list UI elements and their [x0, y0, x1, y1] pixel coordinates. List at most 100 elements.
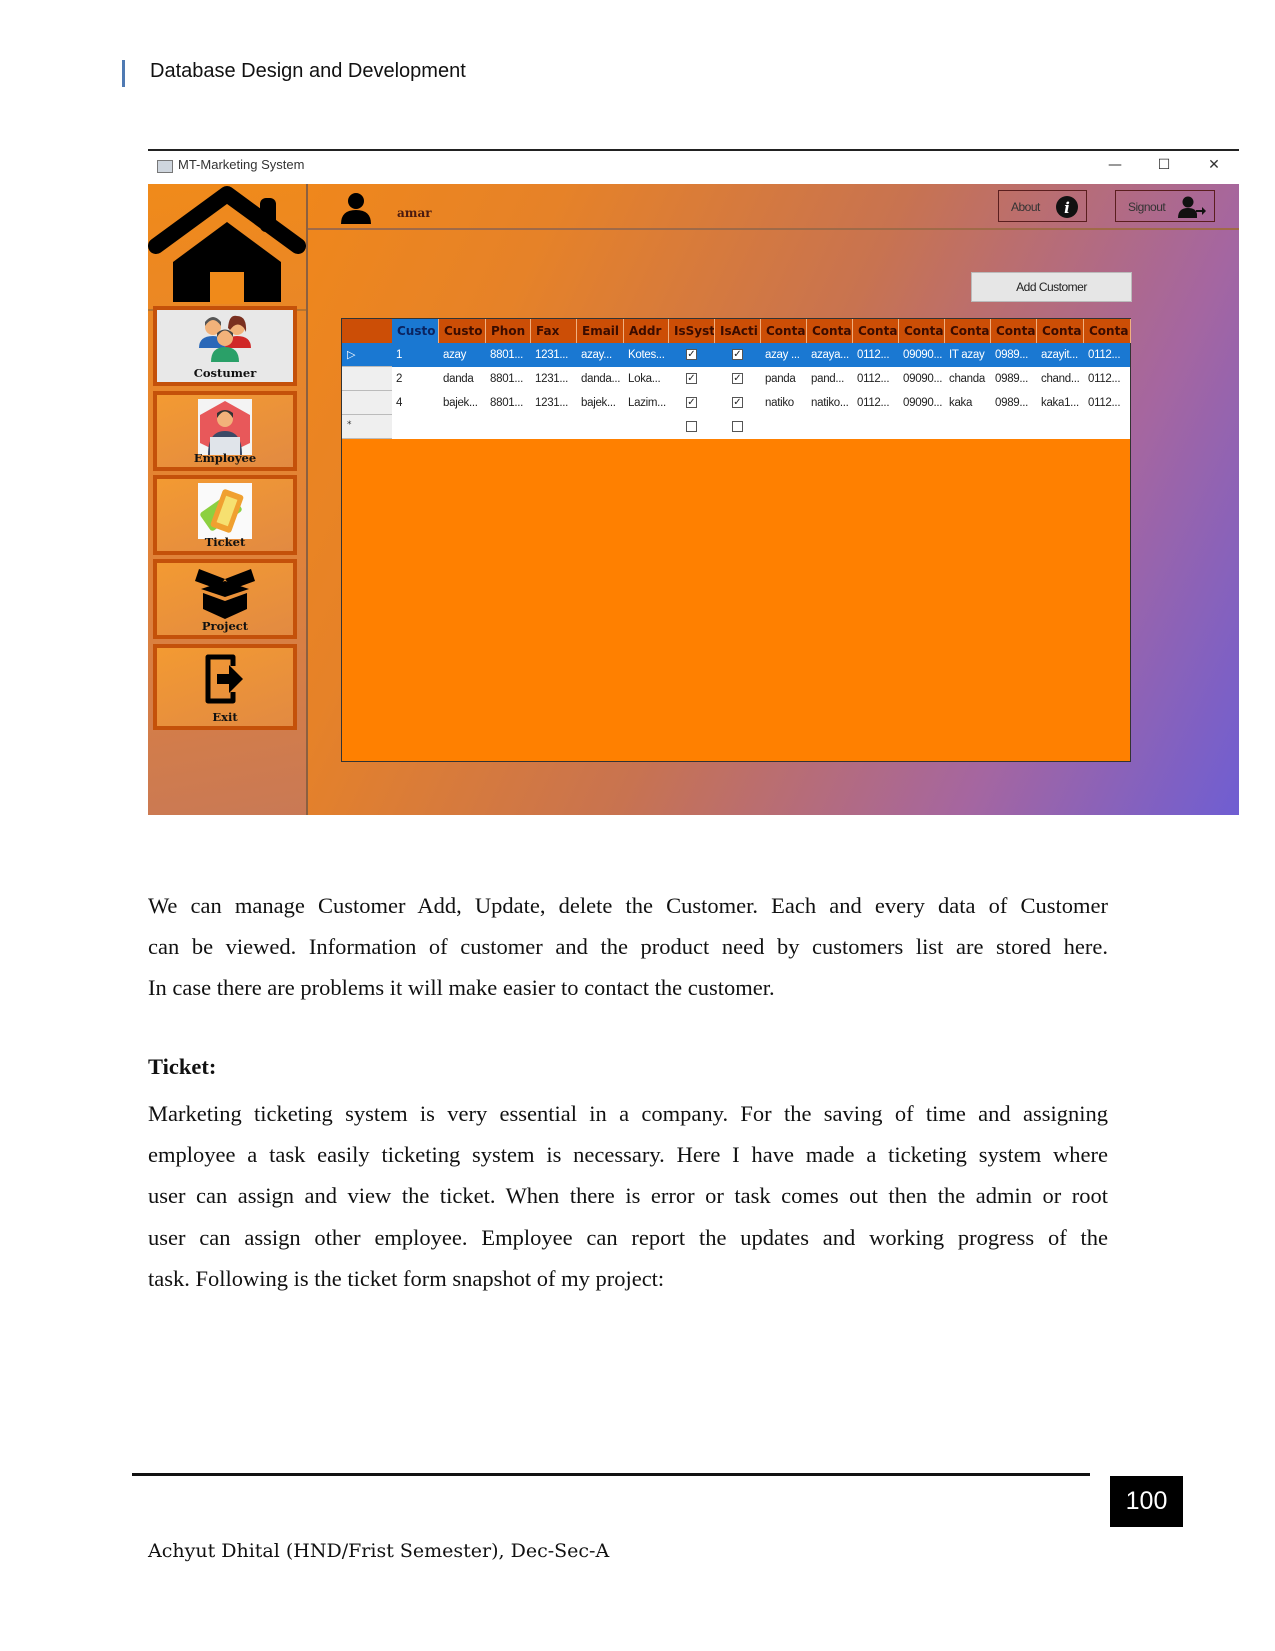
sidebar-item-ticket[interactable]: Ticket [153, 475, 297, 555]
grid-cell[interactable]: natiko... [807, 391, 853, 415]
grid-cell[interactable]: natiko [761, 391, 807, 415]
grid-column-header[interactable]: Conta [1037, 319, 1084, 343]
grid-cell[interactable] [853, 415, 899, 439]
grid-cell[interactable]: pand... [807, 367, 853, 391]
grid-cell[interactable] [1037, 415, 1084, 439]
grid-column-header[interactable]: Custo [439, 319, 486, 343]
row-header[interactable] [342, 367, 392, 391]
grid-cell[interactable]: 4 [392, 391, 439, 415]
grid-cell[interactable]: 0112... [853, 391, 899, 415]
grid-checkbox[interactable]: ✓ [686, 373, 697, 384]
grid-cell[interactable]: 0989... [991, 391, 1037, 415]
grid-checkbox[interactable] [732, 421, 743, 432]
home-icon[interactable] [148, 184, 306, 311]
row-header[interactable]: * [342, 415, 392, 439]
grid-cell[interactable]: azay ... [761, 343, 807, 367]
grid-cell[interactable]: 8801... [486, 367, 531, 391]
grid-cell[interactable]: 1 [392, 343, 439, 367]
grid-cell[interactable] [807, 415, 853, 439]
grid-column-header[interactable]: Custo [392, 319, 439, 343]
sidebar-item-exit[interactable]: Exit [153, 644, 297, 730]
grid-cell[interactable]: Lazim... [624, 391, 669, 415]
grid-cell[interactable]: 1231... [531, 391, 577, 415]
grid-checkbox[interactable]: ✓ [732, 397, 743, 408]
grid-cell[interactable]: 2 [392, 367, 439, 391]
grid-column-header[interactable]: Email [577, 319, 624, 343]
grid-cell[interactable]: 0112... [1084, 391, 1131, 415]
grid-cell[interactable] [945, 415, 991, 439]
grid-cell[interactable]: Loka... [624, 367, 669, 391]
grid-column-header[interactable]: Conta [807, 319, 853, 343]
grid-column-header[interactable]: IsSyst [669, 319, 715, 343]
grid-cell[interactable] [392, 415, 439, 439]
sidebar-item-employee[interactable]: Employee [153, 391, 297, 471]
grid-cell[interactable]: 0112... [1084, 367, 1131, 391]
close-button[interactable]: ✕ [1202, 155, 1226, 175]
grid-column-header[interactable]: Conta [853, 319, 899, 343]
grid-column-header[interactable]: Addr [624, 319, 669, 343]
grid-cell[interactable]: azay... [577, 343, 624, 367]
grid-cell[interactable]: 09090... [899, 391, 945, 415]
grid-column-header[interactable]: Fax [531, 319, 577, 343]
grid-cell[interactable]: azaya... [807, 343, 853, 367]
grid-cell[interactable]: 1231... [531, 343, 577, 367]
grid-cell[interactable]: IT azay [945, 343, 991, 367]
grid-cell[interactable]: 1231... [531, 367, 577, 391]
grid-column-header[interactable]: Conta [945, 319, 991, 343]
grid-cell[interactable]: 09090... [899, 343, 945, 367]
grid-column-header[interactable]: Conta [991, 319, 1037, 343]
grid-cell[interactable]: 0989... [991, 367, 1037, 391]
grid-column-header[interactable]: IsActi [715, 319, 761, 343]
maximize-button[interactable]: ☐ [1152, 155, 1176, 175]
grid-cell[interactable]: 8801... [486, 391, 531, 415]
grid-cell[interactable]: chand... [1037, 367, 1084, 391]
grid-cell[interactable]: kaka1... [1037, 391, 1084, 415]
grid-cell[interactable] [439, 415, 486, 439]
grid-cell[interactable]: azay [439, 343, 486, 367]
sidebar-item-costumer[interactable]: Costumer [153, 306, 297, 386]
grid-cell[interactable]: panda [761, 367, 807, 391]
row-header[interactable]: ▷ [342, 343, 392, 367]
grid-cell[interactable] [991, 415, 1037, 439]
grid-row[interactable]: * [342, 415, 1130, 439]
grid-cell[interactable] [1084, 415, 1131, 439]
grid-row[interactable]: ▷ 1 azay 8801... 1231... azay... Kotes... ✓ ✓ aza… [342, 343, 1130, 367]
minimize-button[interactable]: — [1103, 155, 1127, 175]
about-button[interactable]: About i [998, 190, 1087, 222]
grid-cell[interactable] [486, 415, 531, 439]
grid-cell[interactable] [531, 415, 577, 439]
grid-cell[interactable]: 0112... [853, 343, 899, 367]
grid-row[interactable]: 2 danda 8801... 1231... danda... Loka... ✓ ✓ pan… [342, 367, 1130, 391]
grid-checkbox[interactable]: ✓ [732, 373, 743, 384]
grid-column-header[interactable]: Conta [1084, 319, 1131, 343]
grid-cell[interactable]: Kotes... [624, 343, 669, 367]
grid-column-header[interactable]: Conta [761, 319, 807, 343]
sidebar-item-project[interactable]: Project [153, 559, 297, 639]
grid-column-header[interactable]: Phon [486, 319, 531, 343]
grid-cell[interactable]: 0112... [1084, 343, 1131, 367]
grid-cell[interactable]: danda [439, 367, 486, 391]
grid-row[interactable]: 4 bajek... 8801... 1231... bajek... Lazim... ✓… [342, 391, 1130, 415]
grid-checkbox[interactable] [686, 421, 697, 432]
grid-column-header[interactable]: Conta [899, 319, 945, 343]
grid-checkbox[interactable]: ✓ [686, 397, 697, 408]
grid-checkbox[interactable]: ✓ [686, 349, 697, 360]
grid-cell[interactable] [761, 415, 807, 439]
grid-cell[interactable]: bajek... [577, 391, 624, 415]
row-header[interactable] [342, 391, 392, 415]
signout-button[interactable]: Signout [1115, 190, 1215, 222]
grid-cell[interactable]: 0112... [853, 367, 899, 391]
grid-cell[interactable] [899, 415, 945, 439]
grid-cell[interactable]: 0989... [991, 343, 1037, 367]
grid-cell[interactable]: danda... [577, 367, 624, 391]
add-customer-button[interactable]: Add Customer [971, 272, 1132, 302]
grid-cell[interactable] [624, 415, 669, 439]
customer-grid[interactable]: Custo Custo Phon Fax Email Addr IsSyst IsActi Co… [341, 318, 1131, 762]
grid-cell[interactable]: kaka [945, 391, 991, 415]
grid-cell[interactable]: azayit... [1037, 343, 1084, 367]
grid-cell[interactable]: 8801... [486, 343, 531, 367]
grid-cell[interactable]: 09090... [899, 367, 945, 391]
grid-cell[interactable]: bajek... [439, 391, 486, 415]
grid-checkbox[interactable]: ✓ [732, 349, 743, 360]
grid-cell[interactable] [577, 415, 624, 439]
